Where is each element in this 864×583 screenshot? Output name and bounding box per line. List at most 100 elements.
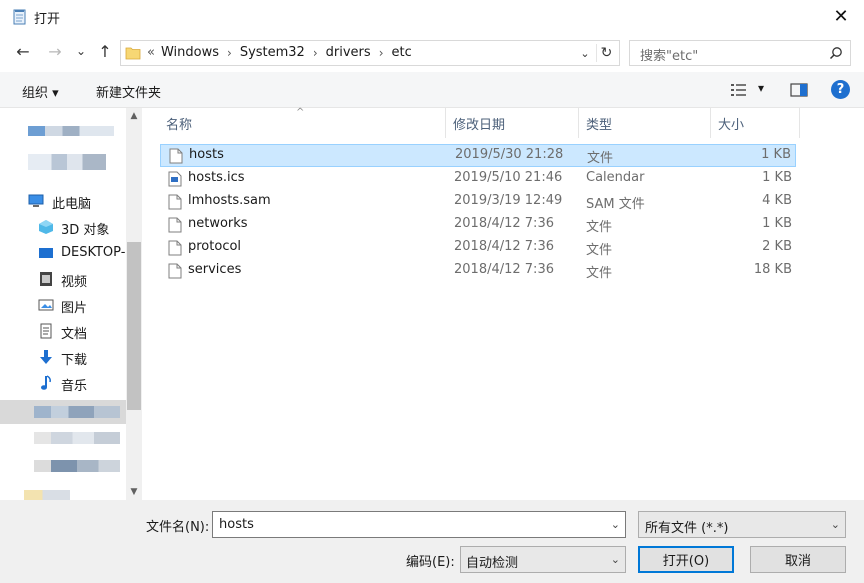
file-row-protocol[interactable]: protocol 2018/4/12 7:36 文件 2 KB: [160, 237, 796, 260]
file-size: 4 KB: [762, 193, 792, 208]
view-dropdown-arrow[interactable]: ▾: [758, 81, 764, 95]
obscured-item: [34, 406, 120, 418]
file-date: 2019/5/10 21:46: [454, 170, 563, 185]
chevron-down-icon[interactable]: ⌄: [611, 518, 620, 531]
sidebar-scrollbar[interactable]: ▲ ▼: [126, 108, 142, 500]
forward-button[interactable]: →: [44, 40, 66, 62]
sidebar-item-3d-objects[interactable]: 3D 对象: [0, 214, 126, 240]
sidebar-item-music[interactable]: 音乐: [0, 370, 126, 396]
notepad-icon: [13, 9, 26, 25]
close-button[interactable]: ✕: [818, 0, 864, 32]
file-row-hosts[interactable]: hosts 2019/5/30 21:28 文件 1 KB: [160, 144, 796, 167]
file-icon: [168, 240, 182, 256]
file-name: networks: [188, 216, 248, 231]
column-divider[interactable]: [578, 108, 579, 138]
encoding-label: 编码(E):: [406, 555, 455, 570]
3d-objects-icon: [39, 220, 53, 234]
breadcrumb-windows[interactable]: Windows: [161, 45, 219, 60]
filename-label: 文件名(N):: [146, 520, 210, 535]
sidebar-item-pictures[interactable]: 图片: [0, 292, 126, 318]
search-placeholder: 搜索"etc": [640, 49, 699, 64]
open-button[interactable]: 打开(O): [638, 546, 734, 573]
file-name: lmhosts.sam: [188, 193, 271, 208]
organize-button[interactable]: 组织 ▾: [22, 82, 59, 101]
sidebar-item-label: 音乐: [61, 379, 88, 394]
sidebar-item-label: 3D 对象: [61, 223, 110, 238]
file-size: 1 KB: [761, 147, 791, 162]
file-size: 2 KB: [762, 239, 792, 254]
file-row-networks[interactable]: networks 2018/4/12 7:36 文件 1 KB: [160, 214, 796, 237]
file-row-lmhosts-sam[interactable]: lmhosts.sam 2019/3/19 12:49 SAM 文件 4 KB: [160, 191, 796, 214]
cancel-button[interactable]: 取消: [750, 546, 846, 573]
dialog-footer: 文件名(N): hosts ⌄ 所有文件 (*.*) ⌄ 编码(E): 自动检测…: [0, 500, 864, 583]
scroll-down-button[interactable]: ▼: [126, 484, 142, 500]
sidebar-item-downloads[interactable]: 下载: [0, 344, 126, 370]
sidebar-item-label: 文档: [61, 327, 88, 342]
computer-icon: [28, 194, 44, 207]
search-icon[interactable]: [829, 46, 843, 60]
column-header-date[interactable]: 修改日期: [453, 114, 505, 133]
address-dropdown-button[interactable]: ⌄: [577, 44, 593, 62]
breadcrumb-drivers[interactable]: drivers: [326, 45, 371, 60]
refresh-button[interactable]: ↻: [596, 44, 616, 62]
preview-pane-icon[interactable]: [790, 82, 808, 98]
breadcrumb-prefix[interactable]: «: [147, 45, 155, 60]
recent-locations-button[interactable]: ⌄: [70, 40, 92, 62]
sidebar-item-label: 视频: [61, 275, 88, 290]
sidebar-item-documents[interactable]: 文档: [0, 318, 126, 344]
file-size: 1 KB: [762, 216, 792, 231]
new-folder-button[interactable]: 新建文件夹: [96, 82, 161, 101]
file-type: 文件: [587, 151, 614, 166]
column-header-size[interactable]: 大小: [718, 114, 744, 133]
breadcrumb-separator[interactable]: ›: [313, 46, 318, 60]
encoding-select[interactable]: 自动检测 ⌄: [460, 546, 626, 573]
calendar-file-icon: [168, 171, 182, 187]
sort-indicator: ^: [296, 107, 305, 118]
command-bar: 组织 ▾ 新建文件夹 ▾ ?: [0, 72, 864, 108]
filename-input[interactable]: hosts ⌄: [212, 511, 626, 538]
address-bar[interactable]: « Windows › System32 › drivers › etc ⌄ ↻: [120, 40, 620, 66]
file-date: 2018/4/12 7:36: [454, 216, 554, 231]
file-row-services[interactable]: services 2018/4/12 7:36 文件 18 KB: [160, 260, 796, 283]
up-button[interactable]: ↑: [94, 40, 116, 62]
chevron-down-icon: ⌄: [830, 518, 840, 531]
breadcrumb-separator[interactable]: ›: [227, 46, 232, 60]
breadcrumb-separator[interactable]: ›: [379, 46, 384, 60]
file-type: Calendar: [586, 170, 645, 185]
change-view-button[interactable]: ▾: [730, 81, 770, 98]
breadcrumb-system32[interactable]: System32: [240, 45, 305, 60]
encoding-value: 自动检测: [466, 556, 519, 571]
filename-value: hosts: [219, 517, 254, 532]
scroll-thumb[interactable]: [127, 242, 141, 410]
file-size: 1 KB: [762, 170, 792, 185]
file-name: hosts.ics: [188, 170, 245, 185]
file-date: 2018/4/12 7:36: [454, 262, 554, 277]
sidebar-item-this-pc[interactable]: 此电脑: [0, 188, 126, 214]
file-row-hosts-ics[interactable]: hosts.ics 2019/5/10 21:46 Calendar 1 KB: [160, 168, 796, 191]
file-icon: [168, 263, 182, 279]
open-file-dialog: 打开 ✕ ← → ⌄ ↑ « Windows › System32 › driv…: [0, 0, 864, 583]
sidebar-item-videos[interactable]: 视频: [0, 266, 126, 292]
column-header-type[interactable]: 类型: [586, 114, 612, 133]
filetype-select[interactable]: 所有文件 (*.*) ⌄: [638, 511, 846, 538]
breadcrumb-etc[interactable]: etc: [392, 45, 412, 60]
navigation-pane: 此电脑 3D 对象 DESKTOP- 视频 图片 文档 下载 音乐: [0, 108, 142, 500]
file-type: 文件: [586, 243, 613, 258]
column-divider[interactable]: [445, 108, 446, 138]
file-name: services: [188, 262, 242, 277]
sidebar-item-desktop[interactable]: DESKTOP-: [0, 240, 126, 266]
help-button[interactable]: ?: [831, 80, 850, 99]
column-divider[interactable]: [799, 108, 800, 138]
file-type: 文件: [586, 266, 613, 281]
pictures-icon: [38, 299, 54, 311]
scroll-up-button[interactable]: ▲: [126, 108, 142, 124]
search-input[interactable]: 搜索"etc": [629, 40, 851, 66]
file-list: ^ 名称 修改日期 类型 大小 hosts 2019/5/30 21:28 文件…: [142, 107, 864, 500]
back-button[interactable]: ←: [12, 40, 34, 62]
column-header-name[interactable]: 名称: [166, 114, 192, 133]
documents-icon: [40, 323, 52, 339]
obscured-item: [28, 126, 114, 136]
column-divider[interactable]: [710, 108, 711, 138]
breadcrumb: « Windows › System32 › drivers › etc: [147, 45, 412, 60]
obscured-item: [24, 490, 70, 500]
